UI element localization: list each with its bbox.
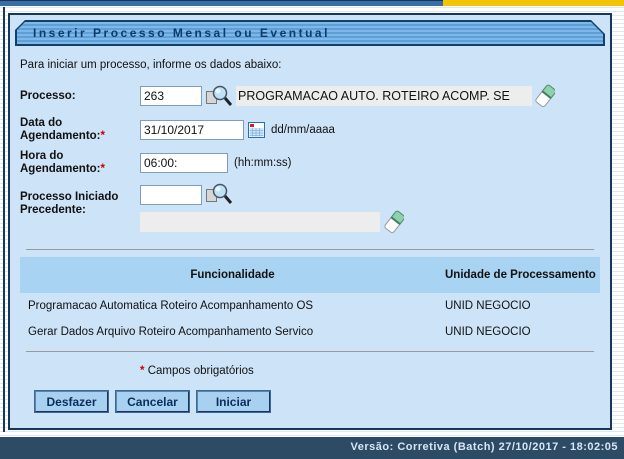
data-agendamento-label: Data do Agendamento: xyxy=(20,117,101,142)
processo-row: Processo: PROGRAMACAO AUTO. ROTEIRO ACOM… xyxy=(20,84,600,108)
calendar-icon[interactable] xyxy=(248,122,265,138)
precedente-description xyxy=(140,212,380,232)
column-header-funcionalidade: Funcionalidade xyxy=(20,269,445,281)
funcionalidade-cell: Programacao Automatica Roteiro Acompanha… xyxy=(20,300,445,312)
cancelar-button[interactable]: Cancelar xyxy=(116,391,189,412)
processo-description: PROGRAMACAO AUTO. ROTEIRO ACOMP. SE xyxy=(236,86,532,106)
processo-input[interactable] xyxy=(140,86,202,106)
iniciar-button[interactable]: Iniciar xyxy=(197,391,270,412)
unidade-cell: UNID NEGOCIO xyxy=(445,326,600,338)
hora-agendamento-row: Hora do Agendamento:* (hh:mm:ss) xyxy=(20,150,600,176)
precedente-lookup-icon[interactable] xyxy=(205,183,232,206)
processo-precedente-row: Processo Iniciado Precedente: xyxy=(20,183,600,234)
top-bar-yellow xyxy=(443,0,624,6)
divider xyxy=(26,249,594,250)
required-asterisk: * xyxy=(101,163,105,175)
column-header-unidade: Unidade de Processamento xyxy=(445,268,600,282)
processo-precedente-input[interactable] xyxy=(140,185,202,205)
unidade-cell: UNID NEGOCIO xyxy=(445,300,600,312)
data-agendamento-input[interactable] xyxy=(140,120,244,140)
main-panel: Inserir Processo Mensal ou Eventual Para… xyxy=(8,13,612,430)
button-row: Desfazer Cancelar Iniciar xyxy=(35,391,593,412)
processo-lookup-icon[interactable] xyxy=(205,85,232,108)
divider xyxy=(26,351,594,352)
precedente-eraser-icon[interactable] xyxy=(384,210,404,234)
funcionalidade-cell: Gerar Dados Arquivo Roteiro Acompanhamen… xyxy=(20,326,445,338)
processo-eraser-icon[interactable] xyxy=(535,84,555,108)
frame-border xyxy=(3,7,5,432)
hora-agendamento-input[interactable] xyxy=(140,153,228,173)
funcionalidade-table: Funcionalidade Unidade de Processamento … xyxy=(20,257,600,345)
desfazer-button[interactable]: Desfazer xyxy=(35,391,108,412)
hora-agendamento-label: Hora do Agendamento: xyxy=(20,150,101,175)
processo-label: Processo: xyxy=(20,90,140,103)
processo-precedente-label: Processo Iniciado Precedente: xyxy=(20,183,140,217)
required-fields-note: * Campos obrigatórios xyxy=(140,365,600,377)
intro-text: Para iniciar um processo, informe os dad… xyxy=(20,59,600,71)
panel-title-bar: Inserir Processo Mensal ou Eventual xyxy=(15,20,605,46)
table-row: Gerar Dados Arquivo Roteiro Acompanhamen… xyxy=(20,319,600,345)
required-asterisk: * xyxy=(101,130,105,142)
top-bar-blue xyxy=(0,0,443,6)
time-format-hint: (hh:mm:ss) xyxy=(234,157,292,169)
required-asterisk: * xyxy=(140,365,144,377)
data-agendamento-row: Data do Agendamento:* dd/mm/aaaa xyxy=(20,117,600,143)
table-header-row: Funcionalidade Unidade de Processamento xyxy=(20,257,600,293)
version-status-bar: Versão: Corretiva (Batch) 27/10/2017 - 1… xyxy=(0,437,624,459)
page-title: Inserir Processo Mensal ou Eventual xyxy=(17,22,603,44)
date-format-hint: dd/mm/aaaa xyxy=(271,124,335,136)
table-row: Programacao Automatica Roteiro Acompanha… xyxy=(20,293,600,319)
